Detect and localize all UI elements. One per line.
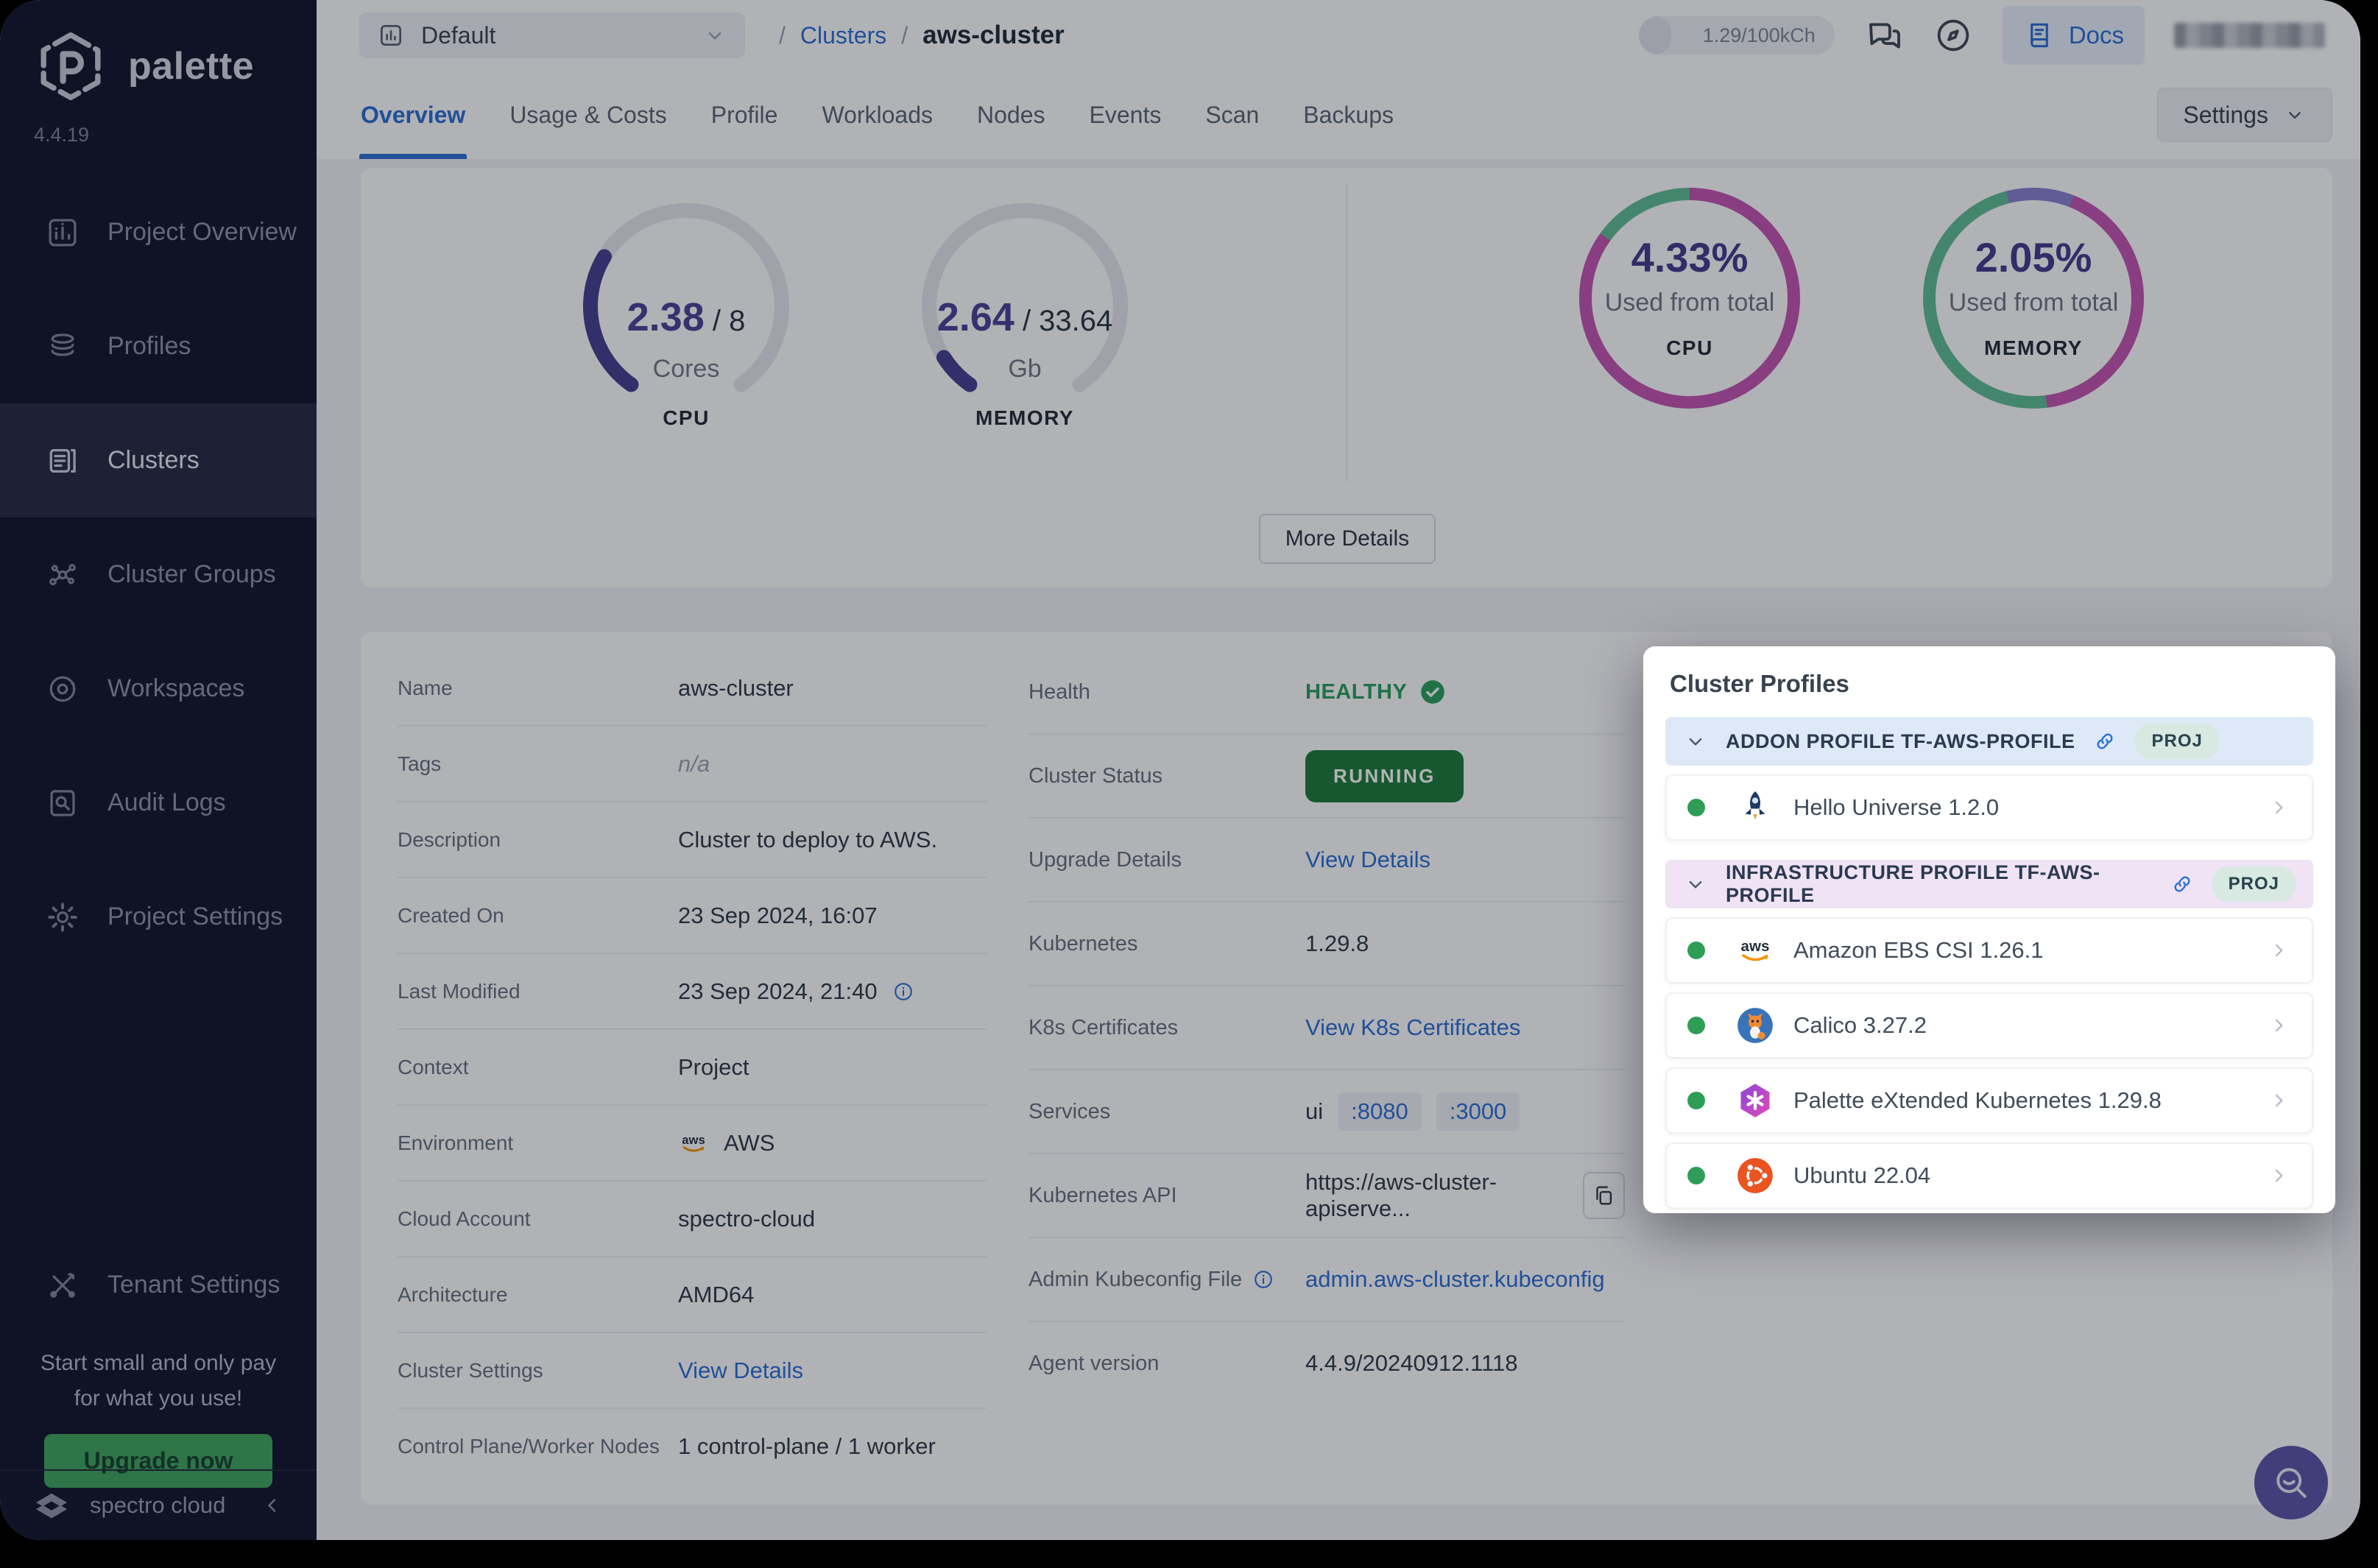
profile-item-amazon-ebs-csi-1-26-1[interactable]: aws Amazon EBS CSI 1.26.1 [1665, 917, 2313, 983]
profile-item-name: Palette eXtended Kubernetes 1.29.8 [1793, 1087, 2162, 1114]
link-icon [2170, 872, 2195, 897]
profile-item-calico-3-27-2[interactable]: Calico 3.27.2 [1665, 992, 2313, 1059]
screen: palette 4.4.19 Project OverviewProfilesC… [0, 0, 2378, 1568]
profile-item-name: Calico 3.27.2 [1793, 1012, 1927, 1039]
profile-item-name: Amazon EBS CSI 1.26.1 [1793, 937, 2043, 964]
profile-group-title: INFRASTRUCTURE PROFILE TF-AWS-PROFILE [1726, 861, 2152, 907]
ubuntu-logo-icon [1736, 1156, 1774, 1195]
profile-group-header-addon[interactable]: ADDON PROFILE TF-AWS-PROFILE PROJ [1665, 717, 2313, 766]
profile-item-name: Hello Universe 1.2.0 [1793, 794, 1999, 821]
aws-logo-icon: aws [1736, 931, 1774, 970]
scope-badge: PROJ [2212, 866, 2296, 902]
profile-item-palette-extended-kubernetes-1-29-8[interactable]: Palette eXtended Kubernetes 1.29.8 [1665, 1067, 2313, 1134]
cluster-profiles-popup: Cluster Profiles ADDON PROFILE TF-AWS-PR… [1643, 646, 2335, 1213]
profile-item-name: Ubuntu 22.04 [1793, 1162, 1930, 1189]
app-window: palette 4.4.19 Project OverviewProfilesC… [0, 0, 2360, 1540]
chevron-down-icon [1683, 729, 1708, 754]
chevron-right-icon [2266, 1088, 2291, 1113]
status-dot [1687, 1167, 1705, 1184]
profile-item-hello-universe-1-2-0[interactable]: Hello Universe 1.2.0 [1665, 774, 2313, 841]
hello-logo-icon [1736, 788, 1774, 827]
profile-group-title: ADDON PROFILE TF-AWS-PROFILE [1726, 730, 2075, 753]
link-icon [2092, 729, 2117, 754]
chevron-down-icon [1683, 872, 1708, 897]
status-dot [1687, 1092, 1705, 1109]
profile-group-header-infrastructure[interactable]: INFRASTRUCTURE PROFILE TF-AWS-PROFILE PRO… [1665, 860, 2313, 908]
pxk-logo-icon [1736, 1081, 1774, 1120]
profile-groups: ADDON PROFILE TF-AWS-PROFILE PROJ Hello Un… [1665, 717, 2313, 1209]
status-dot [1687, 1017, 1705, 1034]
profile-item-ubuntu-22-04[interactable]: Ubuntu 22.04 [1665, 1143, 2313, 1209]
popup-title: Cluster Profiles [1670, 670, 2313, 698]
calico-logo-icon [1736, 1006, 1774, 1045]
scope-badge: PROJ [2135, 724, 2218, 759]
svg-text:aws: aws [1741, 938, 1770, 955]
chevron-right-icon [2266, 1013, 2291, 1038]
status-dot [1687, 942, 1705, 959]
chevron-right-icon [2266, 795, 2291, 820]
chevron-right-icon [2266, 1163, 2291, 1188]
chevron-right-icon [2266, 938, 2291, 963]
status-dot [1687, 799, 1705, 816]
